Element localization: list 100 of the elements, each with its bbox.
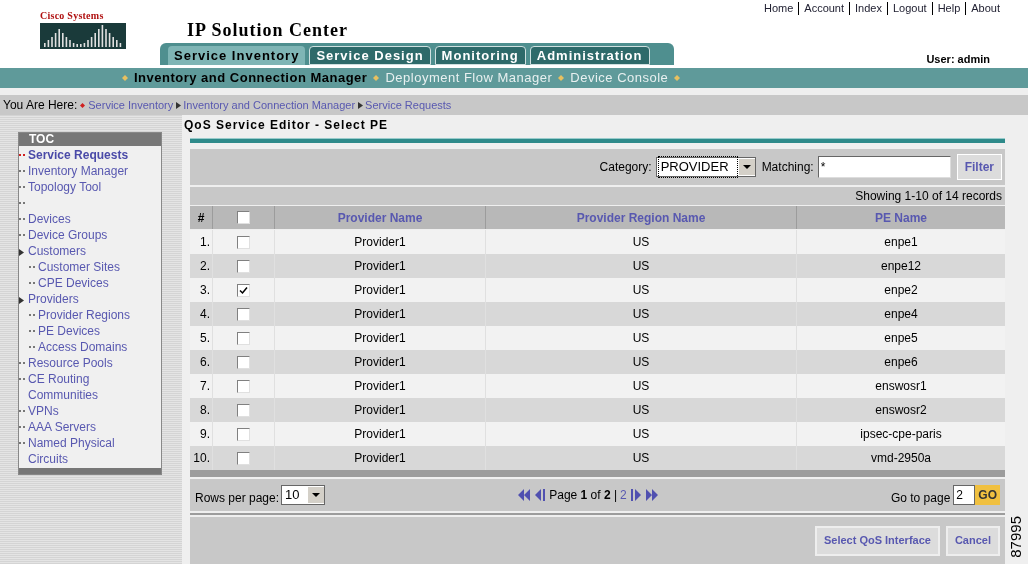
expand-arrow-icon (19, 297, 25, 304)
toc-link[interactable]: Access Domains (38, 339, 128, 355)
page-title: QoS Service Editor - Select PE (184, 117, 390, 134)
top-link[interactable]: About (965, 2, 1000, 15)
checkmark-icon (239, 285, 248, 295)
checkbox[interactable] (237, 331, 250, 345)
next-page-icon[interactable] (629, 489, 642, 501)
toc-link[interactable]: Devices (28, 211, 71, 227)
toc-link[interactable]: Service Requests (28, 147, 129, 163)
toc-link[interactable]: Customer Sites (38, 259, 121, 275)
action-button[interactable]: Select QoS Interface (814, 525, 940, 556)
page-link[interactable]: 2 (620, 486, 627, 504)
toc-link[interactable]: CE Routing Communities (28, 371, 148, 403)
toc-link[interactable]: Providers (28, 291, 79, 307)
bullet-icon (29, 345, 35, 349)
checkbox[interactable] (237, 451, 250, 465)
bullet-icon (19, 377, 25, 381)
matching-field[interactable]: * (817, 156, 951, 178)
top-link[interactable]: Index (849, 2, 882, 15)
table-cell: 10. (190, 446, 212, 470)
bullet-icon (19, 169, 25, 173)
checkbox[interactable] (237, 211, 250, 224)
table-cell: Provider1 (275, 230, 485, 254)
checkbox[interactable] (237, 283, 250, 297)
diamond-icon (80, 102, 86, 108)
nav-tab[interactable]: Administration (529, 46, 650, 65)
table-cell: enpe5 (797, 326, 1005, 350)
toc-link[interactable]: AAA Servers (28, 419, 97, 435)
go-to-page-label: Go to page (890, 490, 951, 507)
diamond-icon (373, 75, 380, 81)
toc-link[interactable]: PE Devices (38, 323, 101, 339)
figure-number: 87995 (1008, 516, 1022, 558)
logo-text: Cisco Systems (40, 9, 105, 23)
breadcrumb-link[interactable]: Service Inventory (88, 96, 174, 114)
bullet-icon (19, 153, 25, 157)
arrow-icon (176, 101, 182, 109)
filter-button[interactable]: Filter (956, 154, 1002, 180)
checkbox[interactable] (237, 427, 250, 441)
table-cell: US (486, 446, 796, 470)
subnav-link[interactable]: Device Console (570, 68, 669, 88)
table-cell: enpe2 (797, 278, 1005, 302)
nav-tab[interactable]: Service Design (309, 46, 431, 65)
table-cell: US (486, 302, 796, 326)
page-indicator: Page 1 of 2 | (549, 487, 618, 504)
checkbox[interactable] (237, 259, 250, 273)
checkbox[interactable] (237, 355, 250, 369)
table-cell: Provider1 (275, 398, 485, 422)
top-link[interactable]: Home (763, 2, 794, 15)
action-button[interactable]: Cancel (945, 525, 1000, 556)
top-link[interactable]: Account (798, 2, 845, 15)
nav-tab[interactable]: Monitoring (434, 46, 526, 65)
toc-link[interactable]: Named Physical Circuits (28, 435, 148, 467)
table-cell: enpe12 (797, 254, 1005, 278)
user-label: User: admin (926, 52, 990, 67)
checkbox[interactable] (237, 379, 250, 393)
expand-arrow-icon (19, 249, 25, 256)
category-dropdown[interactable]: PROVIDER (655, 157, 756, 177)
previous-page-icon[interactable] (534, 489, 547, 501)
toc-link[interactable]: CPE Devices (38, 275, 109, 291)
top-link[interactable]: Help (931, 2, 961, 15)
column-header[interactable]: PE Name (797, 206, 1005, 229)
table-cell: Provider1 (275, 278, 485, 302)
top-link[interactable]: Logout (886, 2, 927, 15)
checkbox[interactable] (237, 403, 250, 417)
table-cell: 1. (190, 230, 212, 254)
toc-link[interactable]: Customers (28, 243, 86, 259)
table-cell: enswosr2 (797, 398, 1005, 422)
breadcrumb-link[interactable]: Inventory and Connection Manager (183, 96, 356, 114)
bullet-icon (19, 217, 25, 221)
bullet-icon (19, 361, 25, 365)
first-page-icon[interactable] (517, 489, 532, 501)
category-label: Category: (599, 159, 652, 176)
rows-per-page-dropdown[interactable]: 10 (281, 485, 326, 505)
table-cell: US (486, 422, 796, 446)
table-cell: 7. (190, 374, 212, 398)
toc-title: TOC (19, 133, 161, 146)
checkbox[interactable] (237, 235, 250, 249)
table-cell: 6. (190, 350, 212, 374)
toc-link[interactable]: Device Groups (28, 227, 108, 243)
checkbox[interactable] (237, 307, 250, 321)
toc-link[interactable]: Inventory Manager (28, 163, 129, 179)
nav-tab[interactable]: Service Inventory (168, 46, 306, 65)
column-header[interactable]: Provider Region Name (486, 206, 796, 229)
go-to-page-field[interactable]: 2 (953, 485, 976, 505)
column-header[interactable]: Provider Name (275, 206, 485, 229)
table-cell: 2. (190, 254, 212, 278)
breadcrumb-link[interactable]: Service Requests (365, 96, 452, 114)
bullet-icon (19, 425, 25, 429)
toc-link[interactable]: VPNs (28, 403, 59, 419)
toc-link[interactable]: Provider Regions (38, 307, 131, 323)
bullet-icon (19, 441, 25, 445)
last-page-icon[interactable] (644, 489, 659, 501)
table-cell: Provider1 (275, 350, 485, 374)
table-cell: enpe6 (797, 350, 1005, 374)
app-title: IP Solution Center (187, 20, 348, 40)
subnav-link[interactable]: Inventory and Connection Manager (134, 68, 368, 88)
toc-link[interactable]: Resource Pools (28, 355, 113, 371)
go-button[interactable]: GO (975, 485, 1000, 505)
toc-link[interactable]: Topology Tool (28, 179, 102, 195)
table-cell: 9. (190, 422, 212, 446)
